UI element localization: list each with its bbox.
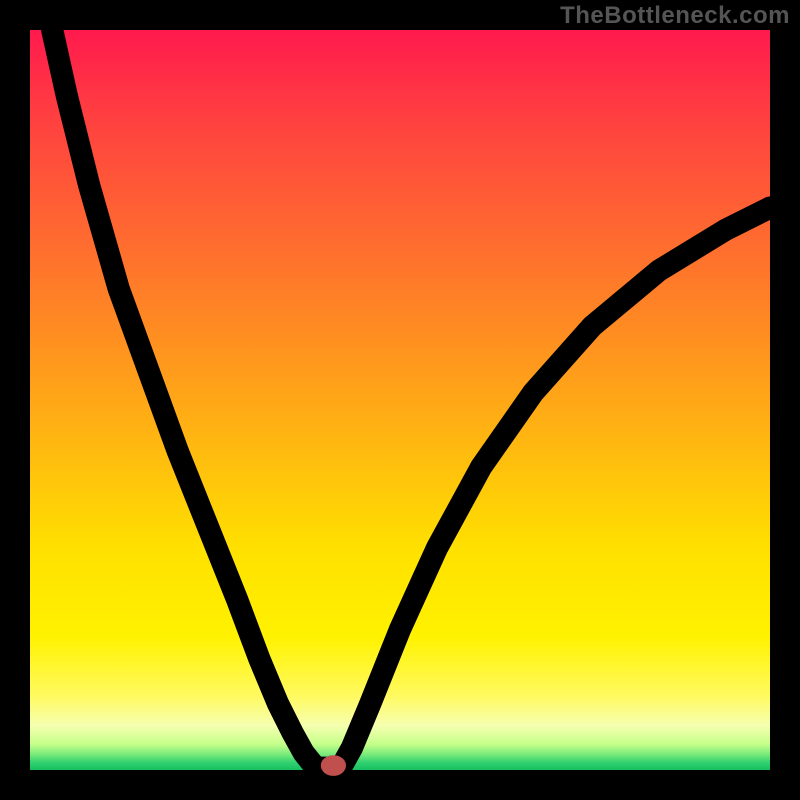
optimum-marker bbox=[325, 759, 343, 772]
chart-frame: TheBottleneck.com bbox=[0, 0, 800, 800]
plot-area bbox=[30, 30, 770, 770]
curve-right-branch bbox=[341, 208, 770, 768]
watermark-text: TheBottleneck.com bbox=[560, 2, 790, 30]
curve-left-branch bbox=[52, 30, 317, 768]
chart-svg bbox=[30, 30, 770, 770]
